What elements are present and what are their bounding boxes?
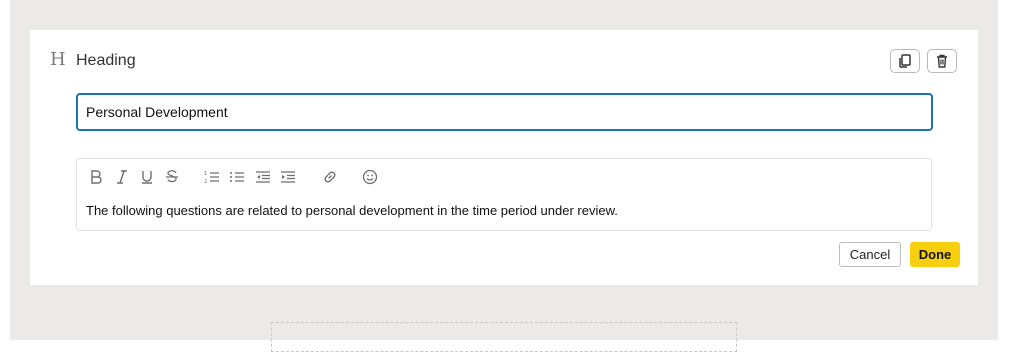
heading-icon: H: [50, 49, 66, 70]
editor-content[interactable]: The following questions are related to p…: [86, 203, 618, 219]
add-block-drop-zone[interactable]: [271, 322, 737, 352]
outdent-icon[interactable]: [253, 167, 273, 187]
bold-icon[interactable]: [86, 167, 106, 187]
done-button[interactable]: Done: [910, 242, 960, 267]
heading-block-editor: H Heading 12: [30, 30, 978, 285]
italic-icon[interactable]: [112, 167, 132, 187]
svg-text:1: 1: [204, 171, 207, 177]
emoji-icon[interactable]: [360, 167, 380, 187]
svg-text:2: 2: [204, 179, 207, 184]
underline-icon[interactable]: [137, 167, 157, 187]
block-title: Heading: [76, 52, 136, 69]
delete-button[interactable]: [927, 49, 957, 73]
copy-icon: [899, 54, 911, 68]
trash-icon: [937, 54, 947, 68]
indent-icon[interactable]: [278, 167, 298, 187]
rich-text-editor[interactable]: 12 The following questions are related t…: [76, 158, 932, 231]
strikethrough-icon[interactable]: [162, 167, 182, 187]
cancel-button[interactable]: Cancel: [839, 242, 901, 267]
heading-title-input[interactable]: [76, 93, 933, 131]
link-icon[interactable]: [320, 167, 340, 187]
ordered-list-icon[interactable]: 12: [202, 167, 222, 187]
copy-button[interactable]: [890, 49, 920, 73]
bullet-list-icon[interactable]: [227, 167, 247, 187]
